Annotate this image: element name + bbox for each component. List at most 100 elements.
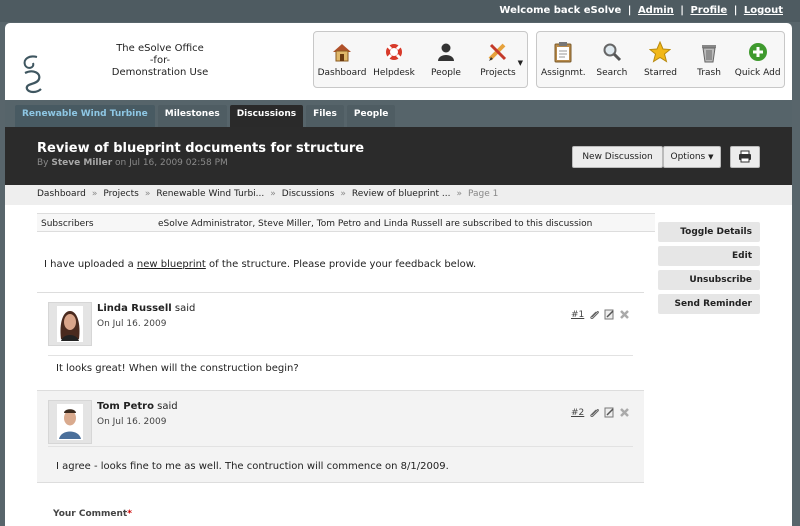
edit-icon[interactable] (604, 407, 615, 418)
subscribers-row: Subscribers eSolve Administrator, Steve … (37, 213, 655, 232)
nav-dashboard[interactable]: Dashboard (316, 36, 368, 87)
comment-permalink[interactable]: #1 (571, 310, 584, 320)
toggle-details-button[interactable]: Toggle Details (658, 222, 760, 242)
magnifier-icon (600, 40, 624, 64)
comment-author: Linda Russell said (97, 303, 195, 314)
comment-date: On Jul 16. 2009 (97, 417, 167, 427)
nav-projects[interactable]: Projects (472, 36, 524, 87)
byline-by: By (37, 158, 49, 168)
nav-label: Projects (480, 68, 516, 78)
nav-label: Helpdesk (373, 68, 415, 78)
person-icon (434, 40, 458, 64)
crumb-discussions[interactable]: Discussions (282, 189, 335, 199)
crumb-separator: » (91, 189, 98, 199)
crumb-dashboard[interactable]: Dashboard (37, 189, 86, 199)
nav-assignments[interactable]: Assignmt. (539, 36, 588, 87)
delete-icon[interactable] (619, 309, 630, 320)
office-name: The eSolve Office -for- Demonstration Us… (105, 43, 215, 79)
author-name[interactable]: Tom Petro (97, 401, 154, 412)
byline-author: Steve Miller (51, 158, 113, 168)
printer-icon (738, 150, 752, 166)
comment-form-label: Your Comment* (53, 509, 132, 519)
comment-body: I agree - looks fine to me as well. The … (56, 461, 449, 472)
tab-people[interactable]: People (346, 105, 396, 127)
intro-text: I have uploaded a (44, 259, 137, 270)
logout-link[interactable]: Logout (744, 5, 783, 16)
author-said: said (174, 303, 196, 314)
crumb-project[interactable]: Renewable Wind Turbi... (156, 189, 264, 199)
attachment-icon[interactable] (589, 407, 600, 418)
comment-body: It looks great! When will the constructi… (56, 363, 299, 374)
subscribers-text: eSolve Administrator, Steve Miller, Tom … (158, 219, 593, 229)
attachment-icon[interactable] (589, 309, 600, 320)
unsubscribe-button[interactable]: Unsubscribe (658, 270, 760, 290)
comment-date: On Jul 16. 2009 (97, 319, 167, 329)
nav-label: Dashboard (317, 68, 367, 78)
comment-actions (589, 407, 630, 418)
print-button[interactable] (730, 146, 760, 168)
office-line-2: -for- (149, 55, 171, 66)
plus-circle-icon (746, 40, 770, 64)
nav-starred[interactable]: Starred (636, 36, 685, 87)
nav-label: Quick Add (734, 68, 781, 78)
new-discussion-button[interactable]: New Discussion (572, 146, 663, 168)
pencil-ruler-icon (486, 40, 510, 64)
required-marker: * (127, 509, 132, 519)
comment-permalink[interactable]: #2 (571, 408, 584, 418)
nav-quick-add[interactable]: Quick Add (733, 36, 782, 87)
send-reminder-button[interactable]: Send Reminder (658, 294, 760, 314)
tab-discussions[interactable]: Discussions (229, 105, 304, 127)
divider (48, 355, 633, 356)
crumb-separator: » (456, 189, 462, 199)
discussion-body: I have uploaded a new blueprint of the s… (44, 259, 476, 270)
primary-nav: Dashboard Helpdesk People Projects ▼ (313, 31, 528, 88)
star-icon (648, 40, 672, 64)
tab-milestones[interactable]: Milestones (157, 105, 227, 127)
projects-dropdown-caret-icon[interactable]: ▼ (518, 59, 523, 67)
nav-helpdesk[interactable]: Helpdesk (368, 36, 420, 87)
options-button[interactable]: Options ▼ (663, 146, 721, 168)
separator: | (680, 5, 684, 16)
blueprint-link[interactable]: new blueprint (137, 259, 206, 270)
project-tabs: Renewable Wind Turbine Milestones Discus… (5, 100, 792, 127)
app-window: The eSolve Office -for- Demonstration Us… (5, 23, 792, 526)
house-icon (330, 40, 354, 64)
edit-button[interactable]: Edit (658, 246, 760, 266)
nav-label: Starred (643, 68, 678, 78)
profile-link[interactable]: Profile (690, 5, 727, 16)
esolve-logo[interactable] (19, 51, 45, 95)
delete-icon[interactable] (619, 407, 630, 418)
nav-people[interactable]: People (420, 36, 472, 87)
admin-link[interactable]: Admin (638, 5, 674, 16)
tab-project[interactable]: Renewable Wind Turbine (15, 105, 155, 127)
lifebuoy-icon (382, 40, 406, 64)
tab-files[interactable]: Files (306, 105, 344, 127)
discussion-header: Review of blueprint documents for struct… (5, 127, 792, 185)
office-line-3: Demonstration Use (111, 67, 209, 78)
comment: Linda Russell said On Jul 16. 2009 #1 It… (37, 292, 644, 388)
comment-label: Your Comment (53, 509, 128, 519)
comment-actions (589, 309, 630, 320)
chevron-down-icon: ▼ (708, 153, 714, 161)
byline: By Steve Miller on Jul 16, 2009 02:58 PM (37, 158, 228, 168)
edit-icon[interactable] (604, 309, 615, 320)
avatar (48, 400, 92, 444)
options-label: Options (670, 152, 706, 162)
crumb-separator: » (340, 189, 346, 199)
avatar (48, 302, 92, 346)
crumb-discussion[interactable]: Review of blueprint ... (352, 189, 451, 199)
clipboard-icon (551, 40, 575, 64)
crumb-separator: » (144, 189, 151, 199)
discussion-content: Subscribers eSolve Administrator, Steve … (37, 213, 655, 513)
subscribers-label: Subscribers (41, 219, 94, 229)
comment-author: Tom Petro said (97, 401, 178, 412)
separator: | (627, 5, 632, 16)
nav-label: Search (596, 68, 628, 78)
author-name[interactable]: Linda Russell (97, 303, 172, 314)
top-account-bar: Welcome back eSolve | Admin | Profile | … (0, 0, 800, 22)
crumb-projects[interactable]: Projects (103, 189, 138, 199)
separator: | (733, 5, 738, 16)
nav-trash[interactable]: Trash (685, 36, 734, 87)
nav-search[interactable]: Search (588, 36, 637, 87)
crumb-page: Page 1 (467, 189, 499, 199)
